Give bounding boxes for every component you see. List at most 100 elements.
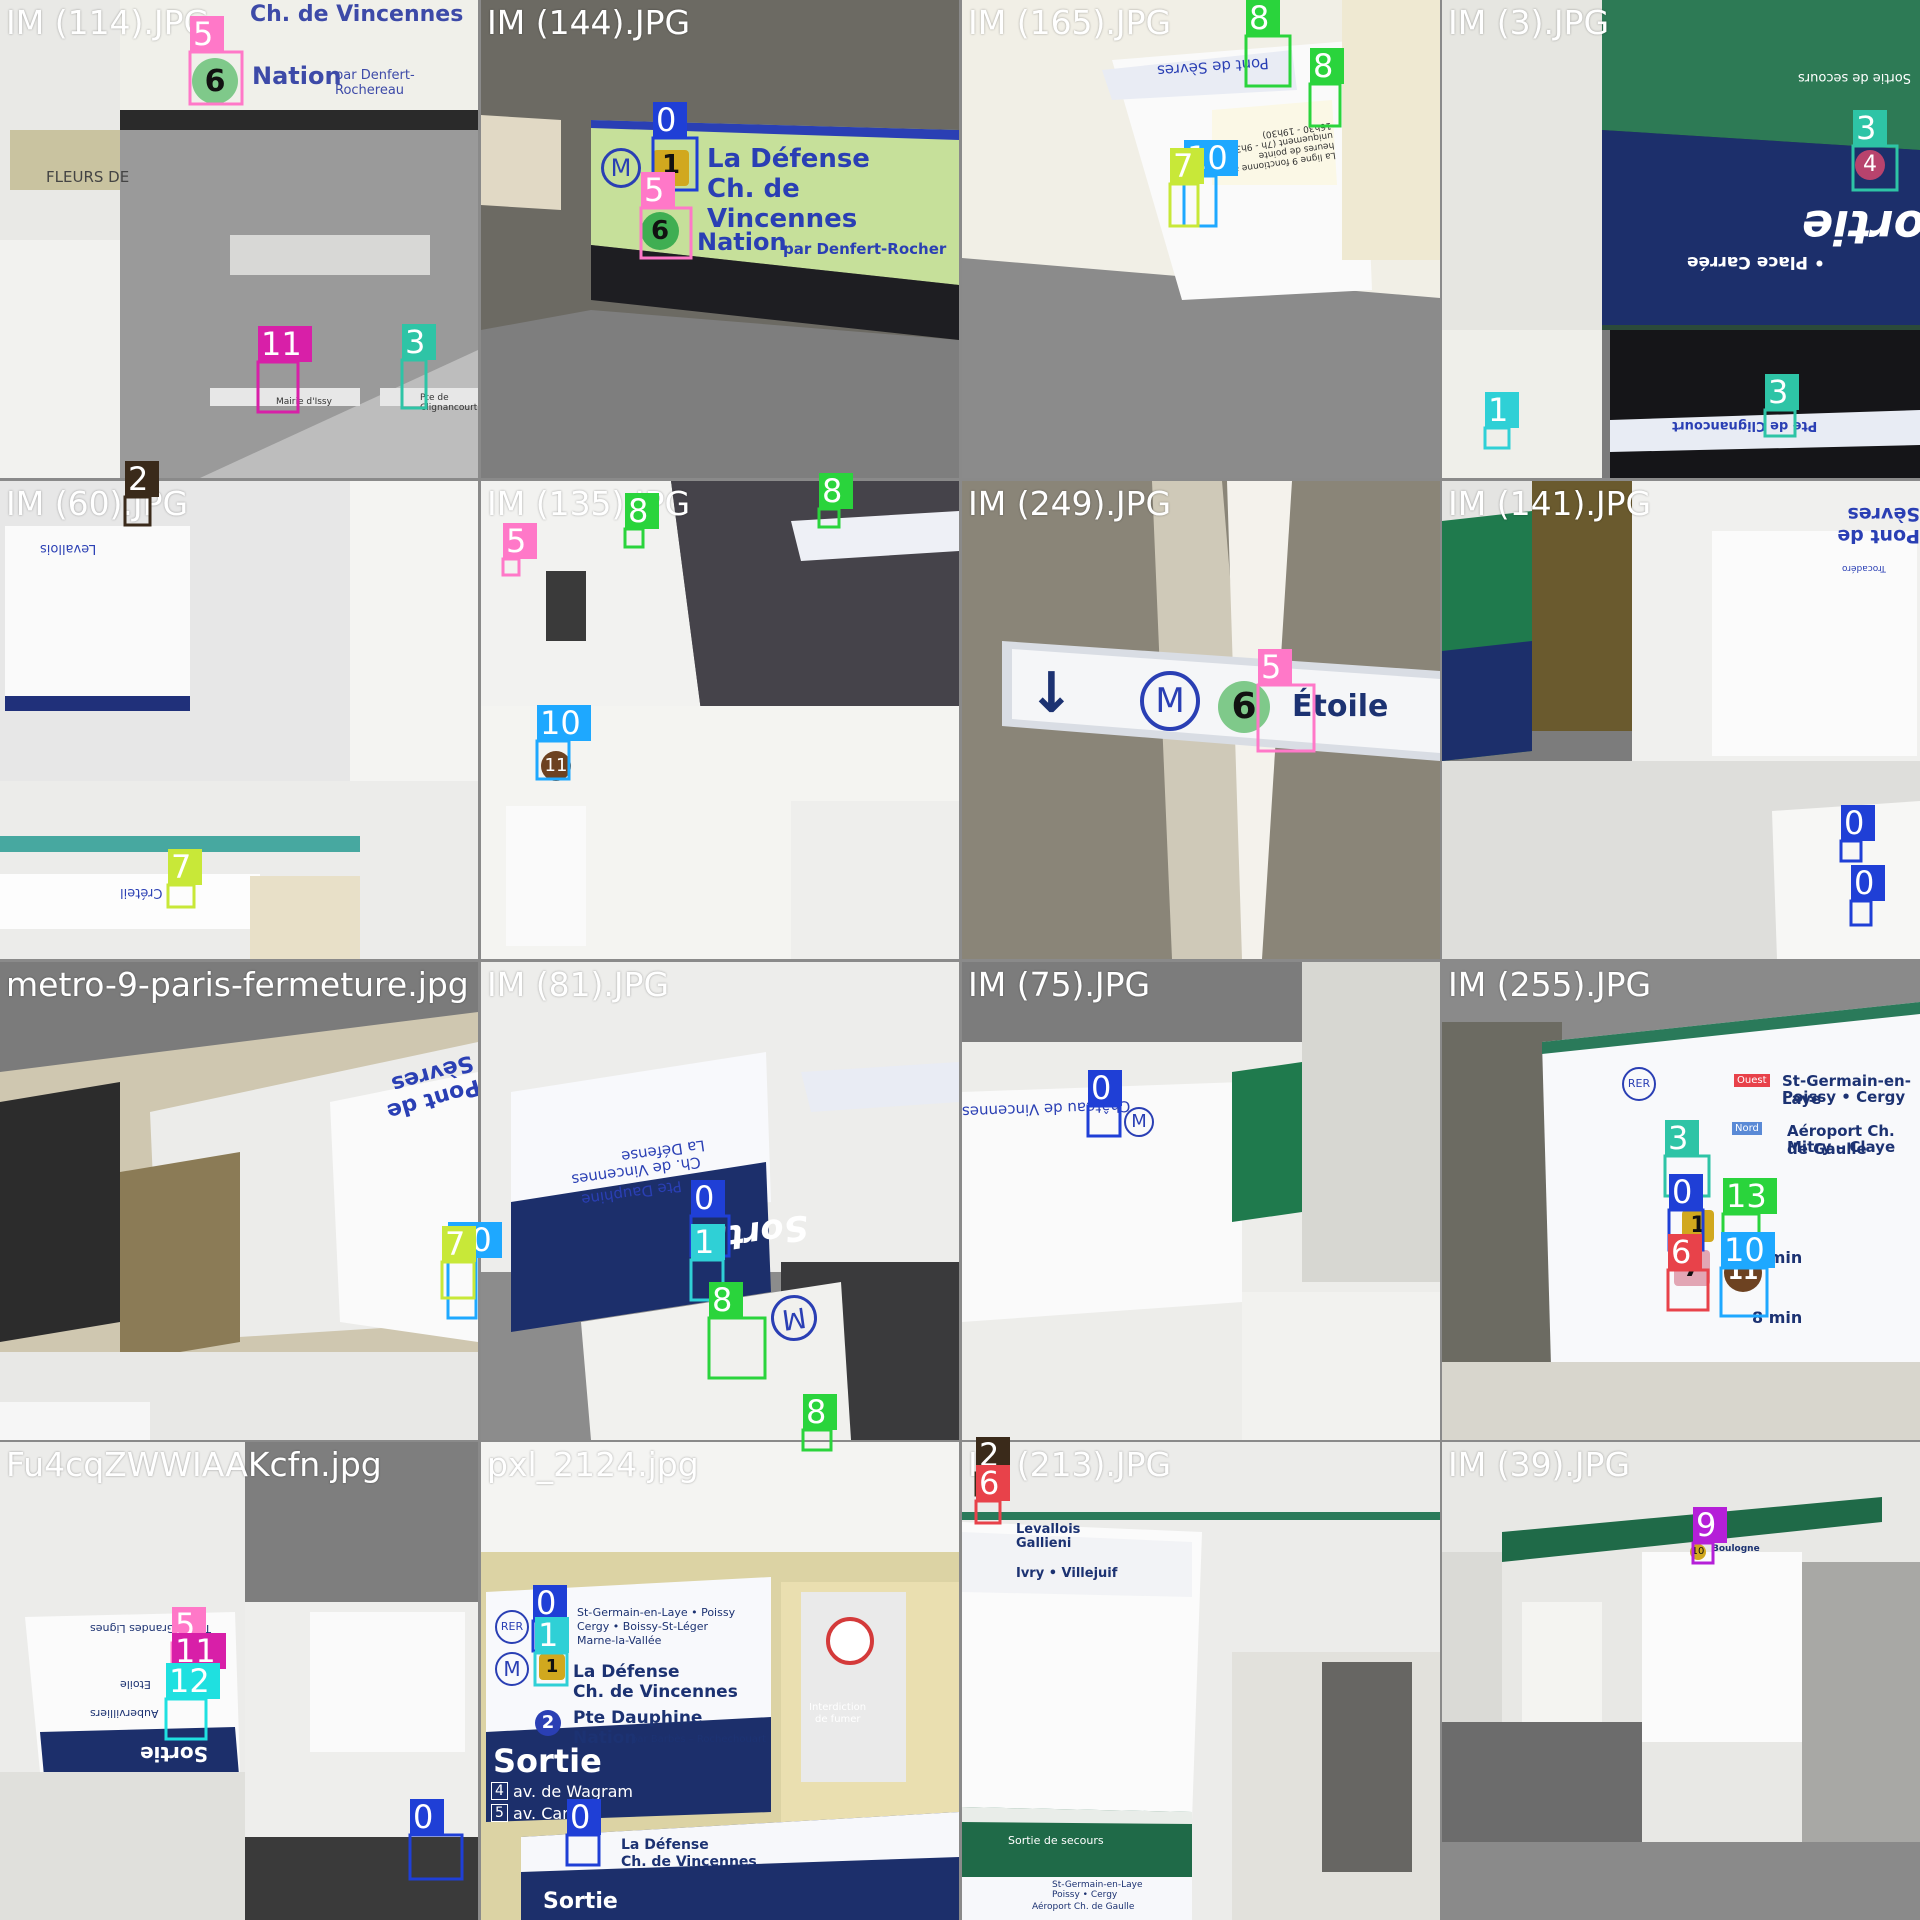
dest-line-1c: Marne-la-Vallée [577, 1634, 662, 1647]
tile-pxl-2124: pxl_2124.jpg RER St-Germain-en-Laye • Po… [481, 1442, 959, 1920]
metro-logo: M [1124, 1107, 1154, 1137]
exit-1-label: av. de Wagram [513, 1782, 634, 1801]
filename-label: IM (39).JPG [1448, 1445, 1631, 1484]
photo-scene [1442, 1442, 1920, 1920]
filename-label: IM (75).JPG [968, 965, 1151, 1004]
tile-im-81: IM (81).JPG Sortie La Défense Ch. de Vin… [481, 962, 959, 1440]
filename-label: IM (213).JPG [968, 1445, 1172, 1484]
tile-im-249: IM (249).JPG ↓ M 6 Étoile [962, 481, 1440, 959]
dest-line-1: Trains Grandes Lignes [90, 1622, 211, 1635]
line-1-badge: 1 [653, 150, 689, 186]
sortie-secours: Sortie de secours [1008, 1834, 1104, 1847]
destination-label: Étoile [1292, 689, 1389, 724]
exit-2-label: av. Carnot [513, 1804, 595, 1823]
dest-line-1b: Gallieni [1016, 1536, 1072, 1551]
destination-label-2: Créteil [120, 885, 163, 900]
bottom-dest-1: La Défense [621, 1837, 709, 1853]
dest-line-1b: Poissy • Cergy [1782, 1088, 1906, 1106]
sign-line-2: Nation [252, 62, 342, 90]
sign-line-3: Nation [697, 228, 787, 256]
filename-label: IM (255).JPG [1448, 965, 1652, 1004]
tile-im-141: IM (141).JPG Pont de Sèvres Trocadéro [1442, 481, 1920, 959]
tile-im-135: IM (135).JPG 11 [481, 481, 959, 959]
line-1-badge: 1 [1682, 1210, 1714, 1242]
tile-im-60: IM (60).JPG Levallois Créteil [0, 481, 478, 959]
tile-im-144: IM (144).JPG 1 M La Défense Ch. de Vince… [481, 0, 959, 478]
filename-label: metro-9-paris-fermeture.jpg [6, 965, 469, 1004]
dest-line-2b: Ch. de Vincennes [573, 1682, 738, 1702]
line-1-badge: 1 [539, 1654, 565, 1680]
rer-logo: RER [495, 1610, 529, 1644]
dest-line-1: St-Germain-en-Laye • Poissy [577, 1606, 736, 1619]
tile-im-39: IM (39).JPG 10 Boulogne [1442, 1442, 1920, 1920]
rer-b-tag: Nord [1732, 1122, 1762, 1135]
sign-line-4: par Denfert-Rocher [783, 240, 947, 258]
sortie-title: Sortie [140, 1742, 208, 1766]
filename-label: Fu4cqZWWIAAKcfn.jpg [6, 1445, 382, 1484]
filename-label: IM (141).JPG [1448, 484, 1652, 523]
emergency-exit: Sortie de secours [1798, 70, 1912, 85]
photo-scene [481, 962, 959, 1440]
tile-metro-9: metro-9-paris-fermeture.jpg Pont de Sèvr… [0, 962, 478, 1440]
no-smoking-text: Interdiction [809, 1702, 867, 1713]
filename-label: IM (81).JPG [487, 965, 670, 1004]
photo-scene [962, 1442, 1440, 1920]
metro-logo: M [495, 1652, 529, 1686]
photo-scene [0, 1442, 478, 1920]
direction-sign-1: Mairie d'Issy [276, 397, 332, 407]
photo-scene [1442, 481, 1920, 959]
rer-a-tag: Ouest [1734, 1074, 1770, 1087]
filename-label: IM (165).JPG [968, 3, 1172, 42]
tile-im-114: IM (114).JPG Ch. de Vincennes 6 Nation p… [0, 0, 478, 478]
dest-line-5: Aubervilliers [90, 1707, 159, 1720]
line-7-badge: 7 [1674, 1250, 1710, 1286]
sign-line-2: Ch. de Vincennes [707, 174, 858, 234]
tile-im-213: IM (213).JPG Levallois Gallieni Ivry • V… [962, 1442, 1440, 1920]
rer-dest-1b: Poissy • Cergy [1052, 1890, 1118, 1900]
down-arrow-icon: ↓ [1028, 661, 1075, 726]
sortie-title: Sortie [493, 1742, 602, 1780]
dest-line-2b: Mitry – Claye [1787, 1138, 1896, 1156]
filename-label: IM (60).JPG [6, 484, 189, 523]
line-6-badge: 6 [192, 58, 238, 104]
walk-time-2: 8 min [1752, 1308, 1803, 1327]
photo-scene [0, 962, 478, 1440]
bottom-dest-2: Ch. de Vincennes [621, 1854, 757, 1870]
shop-sign: FLEURS DE [46, 168, 130, 186]
filename-label: IM (144).JPG [487, 3, 691, 42]
dest-line-1b: Cergy • Boissy-St-Léger [577, 1620, 709, 1633]
dest-line-2: Ivry • Villejuif [1016, 1566, 1118, 1581]
photo-scene [481, 481, 959, 959]
no-smoking-icon [826, 1617, 874, 1665]
tile-im-165: IM (165).JPG Pont de Sèvres La ligne 9 f… [962, 0, 1440, 478]
dest-line-4b: par Barbès – Rochechouart [631, 1734, 766, 1745]
platform-sign: Pte de Clignancourt [1672, 418, 1818, 433]
dest-line-3: Pte Dauphine [573, 1708, 703, 1728]
no-smoking-text-2: de fumer [815, 1714, 861, 1725]
bottom-sortie: Sortie [543, 1889, 618, 1914]
dest-line-1: Levallois [1016, 1522, 1081, 1537]
place-label: • Place Carrée [1687, 252, 1825, 272]
line-11-badge: 11 [541, 751, 571, 781]
exit-1-number: 4 [491, 1782, 508, 1800]
metro-logo: M [601, 148, 641, 188]
exit-2-number: 5 [491, 1804, 508, 1822]
sortie-title: Sortie [1802, 200, 1920, 254]
sign-line-1: Ch. de Vincennes [250, 2, 464, 27]
line-2-badge: 2 [535, 1710, 561, 1736]
destination-label: Boulogne [1712, 1544, 1760, 1554]
rer-dest-1: St-Germain-en-Laye [1052, 1880, 1143, 1890]
tile-im-75: IM (75).JPG Château de Vincennes M [962, 962, 1440, 1440]
filename-label: IM (135).JPG [487, 484, 691, 523]
photo-scene [1442, 962, 1920, 1440]
photo-scene [962, 962, 1440, 1440]
tile-im-255: IM (255).JPG RER St-Germain-en-Laye Pois… [1442, 962, 1920, 1440]
line-11-badge: 11 [1724, 1254, 1762, 1292]
rer-logo: RER [1622, 1067, 1656, 1101]
tile-fu4cq: Fu4cqZWWIAAKcfn.jpg Sortie Trains Grande… [0, 1442, 478, 1920]
direction-sign-2: Pte de Clignancourt [420, 393, 478, 413]
destination-label: Levallois [40, 541, 97, 556]
line-6-badge: 6 [641, 212, 679, 250]
station-list-first: Trocadéro [1842, 563, 1886, 573]
dest-line-2: La Défense [573, 1662, 680, 1682]
